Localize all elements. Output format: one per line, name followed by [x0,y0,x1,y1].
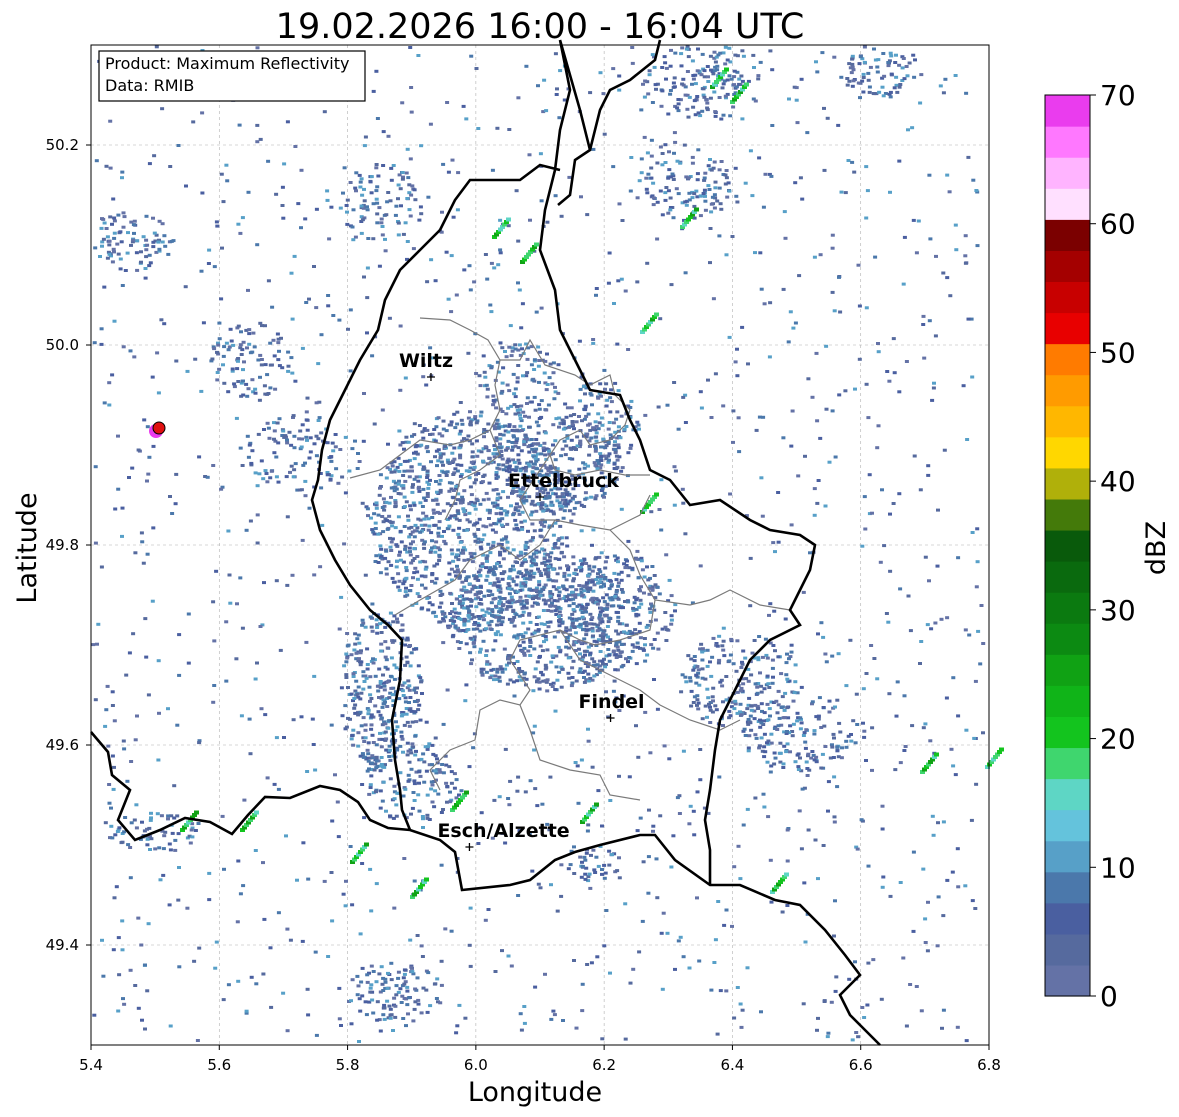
x-tick-label: 5.6 [207,1056,231,1074]
x-tick-label: 6.2 [592,1056,616,1074]
y-ticks: 49.4 49.6 49.8 50.0 50.2 [46,136,91,954]
info-data: Data: RMIB [105,76,194,95]
map-title: 19.02.2026 16:00 - 16:04 UTC [276,7,805,47]
colorbar-tick-label: 10 [1100,851,1136,884]
radar-figure: 19.02.2026 16:00 - 16:04 UTC Wiltz Ettelb… [12,7,1172,1108]
x-tick-label: 6.4 [720,1056,744,1074]
colorbar-ticks: 0 10 20 30 40 50 60 70 [1090,79,1136,1013]
y-tick-label: 50.0 [46,336,79,354]
city-label: Esch/Alzette [437,820,569,842]
colorbar-tick-label: 50 [1100,336,1136,369]
y-tick-label: 49.6 [46,736,79,754]
colorbar [1044,94,1091,997]
x-tick-label: 6.8 [977,1056,1001,1074]
colorbar-tick-label: 70 [1100,79,1136,112]
x-ticks: 5.4 5.6 5.8 6.0 6.2 6.4 6.6 6.8 [79,1045,1001,1074]
y-axis-label: Latitude [12,492,43,603]
y-tick-label: 49.8 [46,536,79,554]
x-tick-label: 6.0 [464,1056,488,1074]
city-label: Ettelbruck [508,470,619,492]
colorbar-tick-label: 30 [1100,594,1136,627]
colorbar-tick-label: 0 [1100,980,1118,1013]
colorbar-tick-label: 40 [1100,465,1136,498]
city-label: Findel [579,691,645,713]
colorbar-tick-label: 20 [1100,723,1136,756]
colorbar-tick-label: 60 [1100,208,1136,241]
colorbar-label: dBZ [1141,521,1172,575]
x-tick-label: 6.6 [849,1056,873,1074]
info-product: Product: Maximum Reflectivity [105,54,349,73]
y-tick-label: 49.4 [46,936,79,954]
x-tick-label: 5.8 [336,1056,360,1074]
info-box: Product: Maximum Reflectivity Data: RMIB [98,50,366,102]
x-axis-label: Longitude [468,1077,602,1108]
y-tick-label: 50.2 [46,136,79,154]
x-tick-label: 5.4 [79,1056,103,1074]
city-label: Wiltz [399,350,453,372]
